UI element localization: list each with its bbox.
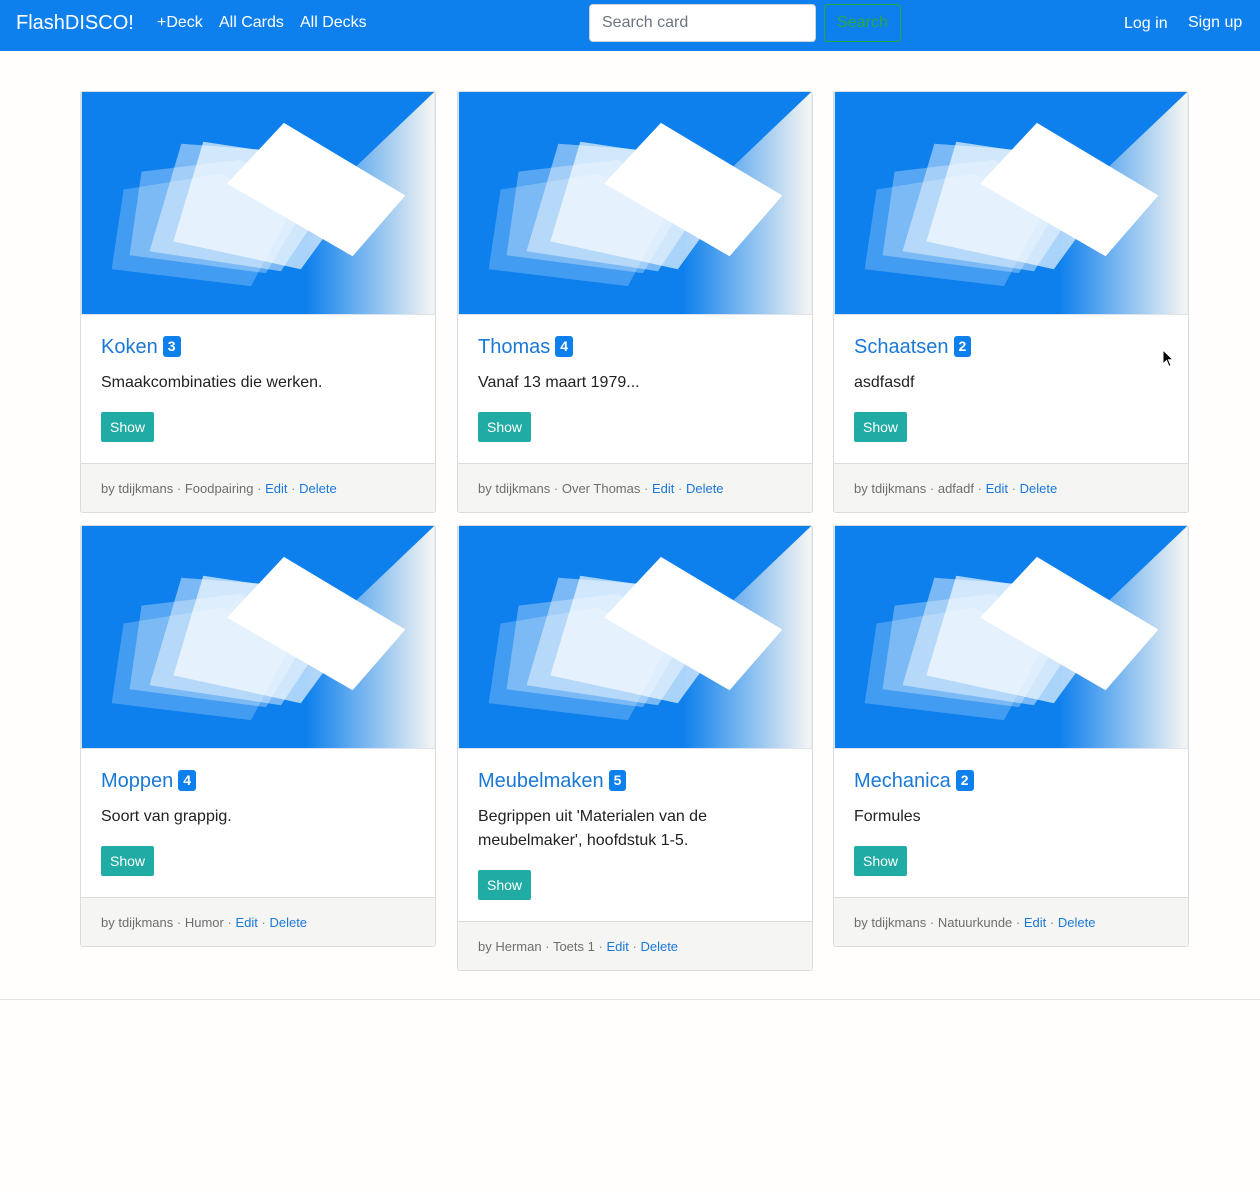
deck-title-link[interactable]: Thomas 4 (478, 335, 574, 359)
footer-divider (0, 999, 1260, 1000)
deck-cover-image (458, 526, 812, 749)
separator: · (929, 481, 935, 496)
separator: · (1011, 481, 1016, 496)
show-deck-button[interactable]: Show (854, 846, 908, 876)
delete-deck-link[interactable]: Delete (1058, 915, 1096, 930)
deck-cover-image (834, 92, 1188, 315)
show-deck-button[interactable]: Show (478, 870, 532, 900)
separator: · (553, 481, 559, 496)
brand-logo-link[interactable]: FlashDISCO! (16, 12, 134, 34)
deck-card: Mechanica 2 Formules Show by tdijkmans · … (833, 525, 1189, 947)
nav-all-cards-link[interactable]: All Cards (219, 13, 284, 33)
deck-cover-image (458, 92, 812, 315)
mouse-pointer-icon (1162, 349, 1174, 368)
deck-card: Koken 3 Smaakcombinaties die werken. Show… (80, 91, 436, 513)
delete-deck-link[interactable]: Delete (269, 915, 307, 930)
deck-description: Soort van grappig. (101, 808, 232, 825)
deck-author: by tdijkmans (854, 915, 927, 930)
separator: · (176, 915, 182, 930)
card-count-badge: 2 (955, 770, 974, 791)
nav-add-deck-link[interactable]: +Deck (157, 13, 203, 33)
deck-author: by tdijkmans (854, 481, 927, 496)
card-count-badge: 4 (555, 336, 574, 357)
deck-cover-image (81, 526, 435, 749)
separator: · (227, 915, 232, 930)
deck-description: Begrippen uit 'Materialen van de meubelm… (478, 808, 707, 849)
deck-description: Vanaf 13 maart 1979... (478, 374, 640, 391)
deck-category: Toets 1 (552, 939, 595, 954)
deck-card: Schaatsen 2 asdfasdf Show by tdijkmans · … (833, 91, 1189, 513)
edit-deck-link[interactable]: Edit (1024, 915, 1046, 930)
deck-card: Moppen 4 Soort van grappig. Show by tdijk… (80, 525, 436, 947)
deck-title-link[interactable]: Moppen 4 (101, 769, 197, 793)
deck-title-link[interactable]: Schaatsen 2 (854, 335, 972, 359)
separator: · (598, 939, 603, 954)
nav-all-decks-link[interactable]: All Decks (300, 13, 367, 33)
separator: · (1049, 915, 1055, 930)
deck-card-footer: by tdijkmans · Foodpairing · Edit · Dele… (81, 463, 435, 512)
deck-card-footer: by tdijkmans · Humor · Edit · Delete (81, 897, 435, 946)
deck-author: by tdijkmans (478, 481, 551, 496)
edit-deck-link[interactable]: Edit (235, 915, 257, 930)
separator: · (291, 481, 296, 496)
deck-title-link[interactable]: Koken 3 (101, 335, 181, 359)
separator: · (1015, 915, 1021, 930)
deck-card-footer: by Herman · Toets 1 · Edit · Delete (458, 921, 812, 970)
deck-category: Foodpairing (184, 481, 254, 496)
show-deck-button[interactable]: Show (478, 412, 532, 442)
separator: · (257, 481, 262, 496)
deck-card: Meubelmaken 5 Begrippen uit 'Materialen v… (457, 525, 813, 971)
deck-card-footer: by tdijkmans · adfadf · Edit · Delete (834, 463, 1188, 512)
edit-deck-link[interactable]: Edit (652, 481, 674, 496)
card-count-badge: 4 (178, 770, 197, 791)
signup-link[interactable]: Sign up (1188, 13, 1242, 33)
top-navbar: FlashDISCO! +Deck All Cards All Decks Se… (0, 0, 1260, 51)
delete-deck-link[interactable]: Delete (299, 481, 337, 496)
deck-category: Natuurkunde (937, 915, 1013, 930)
deck-author: by tdijkmans (101, 481, 174, 496)
deck-card: Thomas 4 Vanaf 13 maart 1979... Show by t… (457, 91, 813, 513)
deck-title-link[interactable]: Mechanica 2 (854, 769, 974, 793)
deck-description: Smaakcombinaties die werken. (101, 374, 323, 391)
delete-deck-link[interactable]: Delete (1020, 481, 1058, 496)
card-count-badge: 5 (608, 770, 627, 791)
deck-card-footer: by tdijkmans · Natuurkunde · Edit · Dele… (834, 897, 1188, 946)
delete-deck-link[interactable]: Delete (640, 939, 678, 954)
search-input[interactable] (589, 4, 816, 42)
card-count-badge: 2 (953, 336, 972, 357)
deck-description: Formules (854, 808, 921, 825)
separator: · (261, 915, 266, 930)
show-deck-button[interactable]: Show (101, 412, 155, 442)
edit-deck-link[interactable]: Edit (265, 481, 287, 496)
deck-category: adfadf (937, 481, 974, 496)
deck-cover-image (834, 526, 1188, 749)
deck-cover-image (81, 92, 435, 315)
deck-title-link[interactable]: Meubelmaken 5 (478, 769, 627, 793)
separator: · (977, 481, 982, 496)
deck-category: Humor (184, 915, 224, 930)
login-link[interactable]: Log in (1124, 14, 1168, 34)
separator: · (176, 481, 182, 496)
search-button[interactable]: Search (824, 4, 901, 42)
deck-author: by tdijkmans (101, 915, 174, 930)
separator: · (929, 915, 935, 930)
deck-category: Over Thomas (561, 481, 641, 496)
show-deck-button[interactable]: Show (854, 412, 908, 442)
delete-deck-link[interactable]: Delete (686, 481, 724, 496)
separator: · (632, 939, 637, 954)
deck-card-footer: by tdijkmans · Over Thomas · Edit · Dele… (458, 463, 812, 512)
edit-deck-link[interactable]: Edit (986, 481, 1008, 496)
card-count-badge: 3 (162, 336, 181, 357)
separator: · (677, 481, 683, 496)
deck-author: by Herman (478, 939, 542, 954)
separator: · (545, 939, 550, 954)
deck-description: asdfasdf (854, 374, 915, 391)
show-deck-button[interactable]: Show (101, 846, 155, 876)
separator: · (643, 481, 649, 496)
edit-deck-link[interactable]: Edit (606, 939, 628, 954)
